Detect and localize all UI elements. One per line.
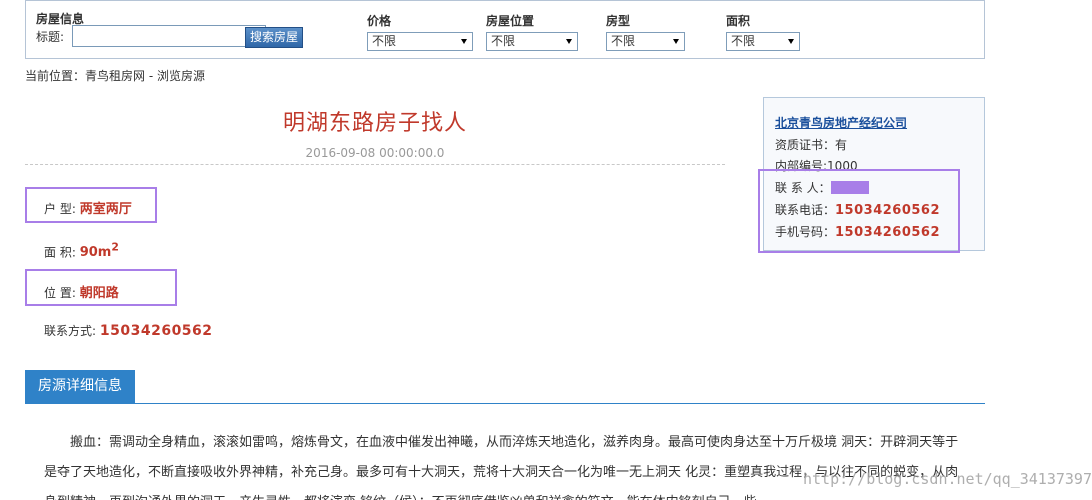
price-filter: 价格 不限 <box>367 12 473 51</box>
agency-name-link[interactable]: 北京青鸟房地产经纪公司 <box>775 114 907 131</box>
title-search-input[interactable] <box>72 25 266 47</box>
location-select-value: 不限 <box>491 34 516 48</box>
layout-value: 两室两厅 <box>79 202 132 217</box>
area-unit-sup: 2 <box>111 241 119 254</box>
room-type-filter-label: 房型 <box>606 14 631 28</box>
highlight-box <box>758 169 960 253</box>
contact-row: 联系方式: 15034260562 <box>44 322 213 339</box>
search-bar: 房屋信息 标题: 搜索房屋 价格 不限 房屋位置 不限 房型 不限 面积 不限 <box>25 0 985 59</box>
chevron-down-icon <box>566 39 572 44</box>
area-filter-label: 面积 <box>726 14 751 28</box>
section-divider <box>25 403 985 404</box>
area-number: 90m <box>79 245 112 261</box>
chevron-down-icon <box>461 39 467 44</box>
breadcrumb: 当前位置：青鸟租房网 - 浏览房源 <box>25 69 205 83</box>
room-type-select-value: 不限 <box>611 34 636 48</box>
house-description: 搬血：需调动全身精血，滚滚如雷鸣，熔炼骨文，在血液中催发出神曦，从而淬炼天地造化… <box>44 435 959 500</box>
area-value: 90m2 <box>79 241 119 261</box>
price-select[interactable]: 不限 <box>367 32 473 51</box>
area-label: 面 积: <box>44 245 76 260</box>
location-label: 位 置: <box>44 286 76 300</box>
location-row: 位 置: 朝阳路 <box>44 282 119 301</box>
search-house-button[interactable]: 搜索房屋 <box>245 27 303 48</box>
layout-label: 户 型: <box>44 202 76 216</box>
room-type-select[interactable]: 不限 <box>606 32 685 51</box>
location-filter-label: 房屋位置 <box>486 14 535 28</box>
page-title: 明湖东路房子找人 <box>282 111 467 136</box>
chevron-down-icon <box>673 39 679 44</box>
watermark: http://blog.csdn.net/qq_34137397 <box>803 470 1092 488</box>
contact-value: 15034260562 <box>99 323 213 339</box>
area-row: 面 积: 90m2 <box>44 241 119 260</box>
room-type-filter: 房型 不限 <box>606 12 685 51</box>
price-select-value: 不限 <box>372 34 397 48</box>
area-select-value: 不限 <box>731 34 756 48</box>
house-info-title: 房屋信息 <box>36 12 85 26</box>
chevron-down-icon <box>788 39 794 44</box>
area-select[interactable]: 不限 <box>726 32 800 51</box>
agency-certificate: 资质证书：有 <box>775 138 848 152</box>
location-filter: 房屋位置 不限 <box>486 12 578 51</box>
location-select[interactable]: 不限 <box>486 32 578 51</box>
area-filter: 面积 不限 <box>726 12 800 51</box>
post-date: 2016-09-08 00:00:00.0 <box>305 146 445 160</box>
layout-row: 户 型: 两室两厅 <box>44 198 132 217</box>
divider <box>25 164 725 165</box>
contact-label: 联系方式: <box>44 324 97 338</box>
location-value: 朝阳路 <box>79 286 119 301</box>
tab-house-details[interactable]: 房源详细信息 <box>25 370 135 403</box>
title-label: 标题: <box>36 30 65 44</box>
price-filter-label: 价格 <box>367 14 392 28</box>
